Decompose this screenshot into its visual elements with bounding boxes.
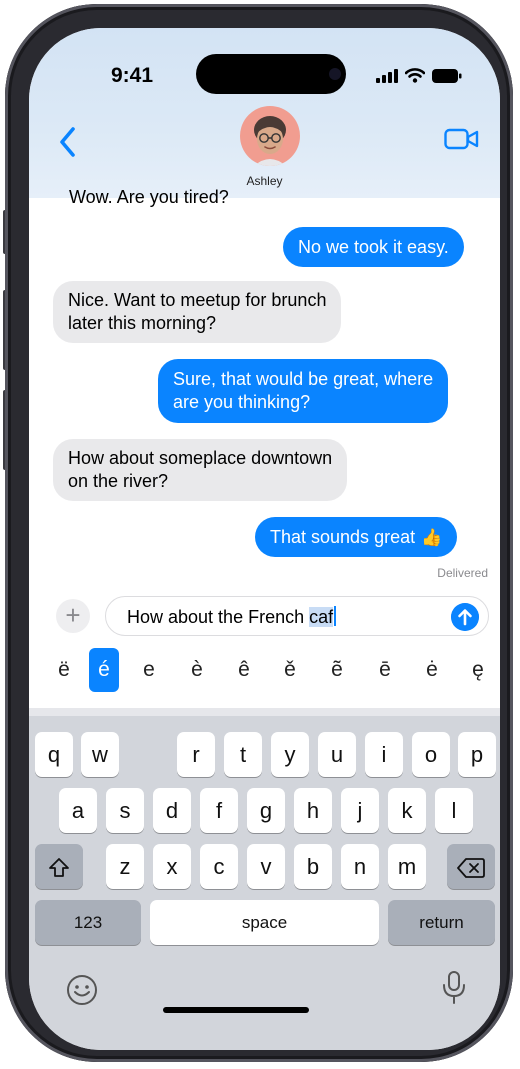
- key-p[interactable]: p: [458, 732, 496, 777]
- message-incoming[interactable]: How about someplace downtown on the rive…: [53, 439, 348, 501]
- backspace-icon: [457, 858, 485, 879]
- key-n[interactable]: n: [341, 844, 379, 889]
- key-i[interactable]: i: [365, 732, 403, 777]
- accent-selector: ë é e è ê ě ẽ ē ė ę: [29, 648, 500, 698]
- keyboard: q w e r t y u i o p a s d f g h j k l z …: [29, 708, 500, 1050]
- message-incoming-partial: Wow. Are you tired?: [69, 187, 229, 207]
- key-k[interactable]: k: [388, 788, 426, 833]
- emoji-icon[interactable]: [65, 973, 99, 1007]
- numbers-key[interactable]: 123: [35, 900, 141, 945]
- message-text: No we took it easy.: [298, 236, 449, 257]
- key-j[interactable]: j: [341, 788, 379, 833]
- marked-text: caf: [309, 607, 334, 627]
- key-l[interactable]: l: [435, 788, 473, 833]
- message-text-line: Sure, that would be great, where: [173, 369, 434, 389]
- status-icons: [376, 68, 462, 83]
- key-m[interactable]: m: [388, 844, 426, 889]
- message-text-line: Nice. Want to meetup for brunch: [68, 290, 327, 310]
- status-time: 9:41: [111, 64, 154, 87]
- text-cursor: [334, 606, 337, 626]
- microphone-icon[interactable]: [441, 970, 467, 1006]
- message-text-line: are you thinking?: [173, 392, 311, 412]
- key-o[interactable]: o: [412, 732, 450, 777]
- message-text-line: later this morning?: [68, 313, 217, 333]
- signal-icon: [376, 68, 398, 83]
- message-text: That sounds great: [270, 526, 416, 547]
- key-u[interactable]: u: [318, 732, 356, 777]
- contact-name[interactable]: Ashley: [29, 174, 500, 188]
- typed-text: How about the French: [127, 607, 310, 627]
- delete-key[interactable]: [447, 844, 495, 889]
- key-z[interactable]: z: [106, 844, 144, 889]
- key-d[interactable]: d: [153, 788, 191, 833]
- dynamic-island: [196, 54, 346, 94]
- compose-bar: + How about the French caf: [29, 596, 500, 640]
- accent-option-selected[interactable]: é: [89, 648, 119, 692]
- key-b[interactable]: b: [294, 844, 332, 889]
- wifi-icon: [405, 68, 425, 83]
- accent-option[interactable]: ė: [417, 648, 447, 692]
- avatar[interactable]: [240, 106, 300, 166]
- camera-icon: [329, 68, 341, 80]
- video-camera-icon[interactable]: [444, 128, 480, 150]
- key-f[interactable]: f: [200, 788, 238, 833]
- key-t[interactable]: t: [224, 732, 262, 777]
- accent-option[interactable]: ę: [463, 648, 493, 692]
- accent-option[interactable]: ě: [275, 648, 305, 692]
- accent-option[interactable]: ë: [49, 648, 79, 692]
- delivered-status: Delivered: [437, 566, 488, 580]
- key-s[interactable]: s: [106, 788, 144, 833]
- key-q[interactable]: q: [35, 732, 73, 777]
- thumbs-up-emoji: 👍: [421, 527, 443, 547]
- message-text-line: on the river?: [68, 471, 169, 491]
- key-g[interactable]: g: [247, 788, 285, 833]
- key-y[interactable]: y: [271, 732, 309, 777]
- space-key[interactable]: space: [150, 900, 379, 945]
- message-input[interactable]: How about the French caf: [105, 596, 489, 636]
- key-h[interactable]: h: [294, 788, 332, 833]
- arrow-up-icon[interactable]: [451, 603, 479, 631]
- message-outgoing[interactable]: Sure, that would be great, where are you…: [158, 359, 449, 423]
- key-v[interactable]: v: [247, 844, 285, 889]
- memoji-avatar: [254, 116, 286, 166]
- shift-key[interactable]: [35, 844, 83, 889]
- home-indicator[interactable]: [163, 1007, 309, 1013]
- message-outgoing[interactable]: That sounds great 👍: [255, 517, 458, 557]
- keyboard-accent-popover-shadow: [29, 708, 500, 716]
- accent-option[interactable]: ẽ: [322, 648, 352, 692]
- chevron-left-icon[interactable]: [57, 125, 79, 159]
- screen: 9:41 Ashley Wow. Are you tired? No we to…: [29, 28, 500, 1050]
- key-x[interactable]: x: [153, 844, 191, 889]
- accent-option[interactable]: ê: [229, 648, 259, 692]
- message-outgoing[interactable]: No we took it easy.: [283, 227, 464, 267]
- key-r[interactable]: r: [177, 732, 215, 777]
- key-c[interactable]: c: [200, 844, 238, 889]
- phone-frame: 9:41 Ashley Wow. Are you tired? No we to…: [5, 4, 513, 1062]
- accent-option[interactable]: e: [134, 648, 164, 692]
- accent-option[interactable]: è: [182, 648, 212, 692]
- message-input-text: How about the French caf: [127, 606, 337, 628]
- message-text-line: How about someplace downtown: [68, 448, 333, 468]
- battery-icon: [432, 68, 462, 83]
- conversation-header: 9:41 Ashley: [29, 28, 500, 198]
- message-incoming[interactable]: Nice. Want to meetup for brunch later th…: [53, 281, 342, 343]
- plus-icon[interactable]: +: [56, 599, 90, 633]
- key-a[interactable]: a: [59, 788, 97, 833]
- shift-icon: [49, 858, 69, 878]
- key-w[interactable]: w: [81, 732, 119, 777]
- accent-option[interactable]: ē: [370, 648, 400, 692]
- return-key[interactable]: return: [388, 900, 495, 945]
